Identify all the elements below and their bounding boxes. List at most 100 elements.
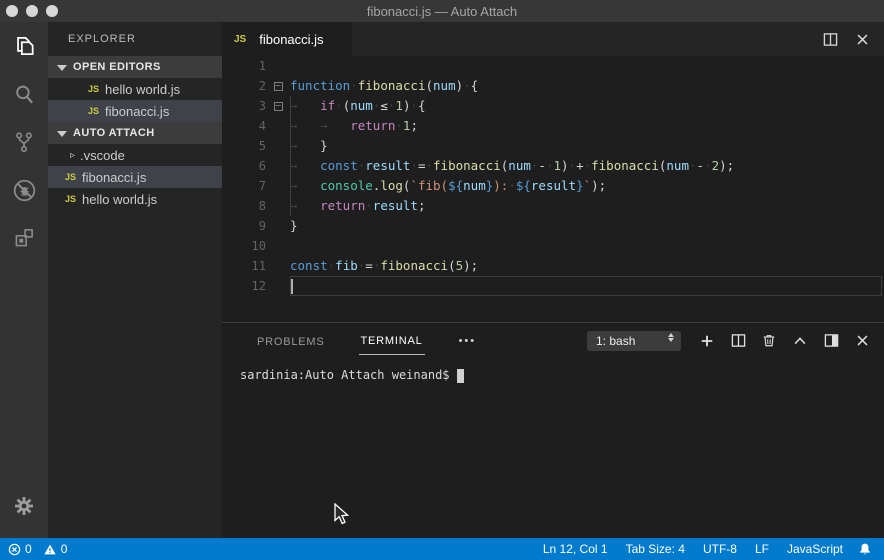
text-cursor [291,279,293,294]
code-editor[interactable]: 12–function·fibonacci(num)·{3–→ if·(num·… [222,56,884,322]
explorer-icon[interactable] [0,22,48,70]
tab-fibonacci-js[interactable]: JS fibonacci.js [222,22,352,56]
code-line-1[interactable]: 1 [222,56,884,76]
panel-tabs: PROBLEMS TERMINAL [255,326,457,355]
tab-label: fibonacci.js [259,32,323,47]
code-line-3[interactable]: 3–→ if·(num·≤·1)·{ [222,96,884,116]
code-content: → → return·1; [290,116,884,136]
code-token: { [418,98,426,113]
code-token: ${ [448,178,463,193]
warning-status[interactable]: 0 [43,542,68,556]
status-encoding[interactable]: UTF-8 [694,542,746,556]
fold-collapse-icon[interactable]: – [274,82,283,91]
code-token: · [410,98,418,113]
code-token: const [290,258,328,273]
maximize-panel-icon[interactable] [792,333,808,349]
file-item-fibonacci-js[interactable]: JSfibonacci.js [48,100,222,122]
sidebar-title: EXPLORER [48,22,222,56]
line-number: 1 [222,56,266,76]
code-line-10[interactable]: 10 [222,236,884,256]
folder-item--vscode[interactable]: ▹.vscode [48,144,222,166]
sidebar-sections: OPEN EDITORSJShello world.jsJSfibonacci.… [48,56,222,210]
code-line-6[interactable]: 6→ const·result·=·fibonacci(num·-·1)·+·f… [222,156,884,176]
status-eol[interactable]: LF [746,542,778,556]
toggle-panel-icon[interactable] [823,333,839,349]
file-item-hello-world-js[interactable]: JShello world.js [48,188,222,210]
fold-collapse-icon[interactable]: – [274,102,283,111]
code-line-2[interactable]: 2–function·fibonacci(num)·{ [222,76,884,96]
file-item-fibonacci-js[interactable]: JSfibonacci.js [48,166,222,188]
code-token: 1 [553,158,561,173]
section-label: AUTO ATTACH [73,127,155,139]
section-header-auto-attach[interactable]: AUTO ATTACH [48,122,222,144]
close-panel-icon[interactable] [854,333,870,349]
code-token: · [365,198,373,213]
gutter-fold-area [266,156,290,176]
code-token: → [290,158,320,173]
code-token: return [350,118,395,133]
code-token: · [508,178,516,193]
split-editor-icon[interactable] [822,31,838,47]
search-icon[interactable] [0,70,48,118]
code-token: · [463,78,471,93]
line-number: 3 [222,96,266,116]
line-number: 7 [222,176,266,196]
status-language-mode[interactable]: JavaScript [778,542,852,556]
code-line-11[interactable]: 11 const·fib·=·fibonacci(5); [222,256,884,276]
new-terminal-icon[interactable] [699,333,715,349]
line-number: 11 [222,256,266,276]
error-count: 0 [25,542,32,556]
code-token: const [320,158,358,173]
code-token: if [320,98,335,113]
terminal-output[interactable]: sardinia:Auto Attach weinand$ [222,358,884,538]
section-header-open-editors[interactable]: OPEN EDITORS [48,56,222,78]
status-tab-size[interactable]: Tab Size: 4 [617,542,694,556]
close-window-button[interactable] [6,5,18,17]
settings-gear-icon[interactable] [0,482,48,530]
error-status[interactable]: 0 [8,542,32,556]
code-line-7[interactable]: 7→ console.log(`fib(${num}):·${result}`)… [222,176,884,196]
code-line-4[interactable]: 4→ → return·1; [222,116,884,136]
code-token: return [320,198,365,213]
more-actions-icon[interactable]: ••• [459,335,477,347]
code-line-9[interactable]: 9} [222,216,884,236]
code-token: fibonacci [358,78,426,93]
code-token: `fib( [410,178,448,193]
problems-status[interactable]: 0 0 [0,542,67,556]
code-line-12[interactable]: 12 [222,276,884,296]
panel-tab-terminal[interactable]: TERMINAL [359,326,425,355]
status-cursor-position[interactable]: Ln 12, Col 1 [534,542,617,556]
code-token: log [380,178,403,193]
debug-disabled-icon[interactable] [0,166,48,214]
split-terminal-icon[interactable] [730,333,746,349]
code-content: const·fib·=·fibonacci(5); [290,256,884,276]
bottom-panel: PROBLEMS TERMINAL ••• 1: bash [222,322,884,538]
code-token: ; [410,118,418,133]
minimize-window-button[interactable] [26,5,38,17]
code-line-5[interactable]: 5→ } [222,136,884,156]
code-line-8[interactable]: 8→ return·result; [222,196,884,216]
zoom-window-button[interactable] [46,5,58,17]
code-token: · [704,158,712,173]
code-content: function·fibonacci(num)·{ [290,76,884,96]
gutter-fold-area [266,196,290,216]
activity-bar [0,22,48,538]
close-editor-icon[interactable] [854,31,870,47]
panel-actions [699,333,870,349]
panel-tab-problems[interactable]: PROBLEMS [255,327,327,355]
gutter-fold-area [266,56,290,76]
notifications-bell-icon[interactable] [852,542,884,556]
code-token: + [576,158,584,173]
code-content: → return·result; [290,196,884,216]
kill-terminal-icon[interactable] [761,333,777,349]
file-item-hello-world-js[interactable]: JShello world.js [48,78,222,100]
section-expand-icon [57,65,67,71]
terminal-select[interactable]: 1: bash [587,331,681,351]
source-control-icon[interactable] [0,118,48,166]
extensions-icon[interactable] [0,214,48,262]
code-token: = [365,258,373,273]
code-token: num [433,78,456,93]
code-token: result [365,158,410,173]
code-token: fibonacci [591,158,659,173]
code-token: · [350,78,358,93]
